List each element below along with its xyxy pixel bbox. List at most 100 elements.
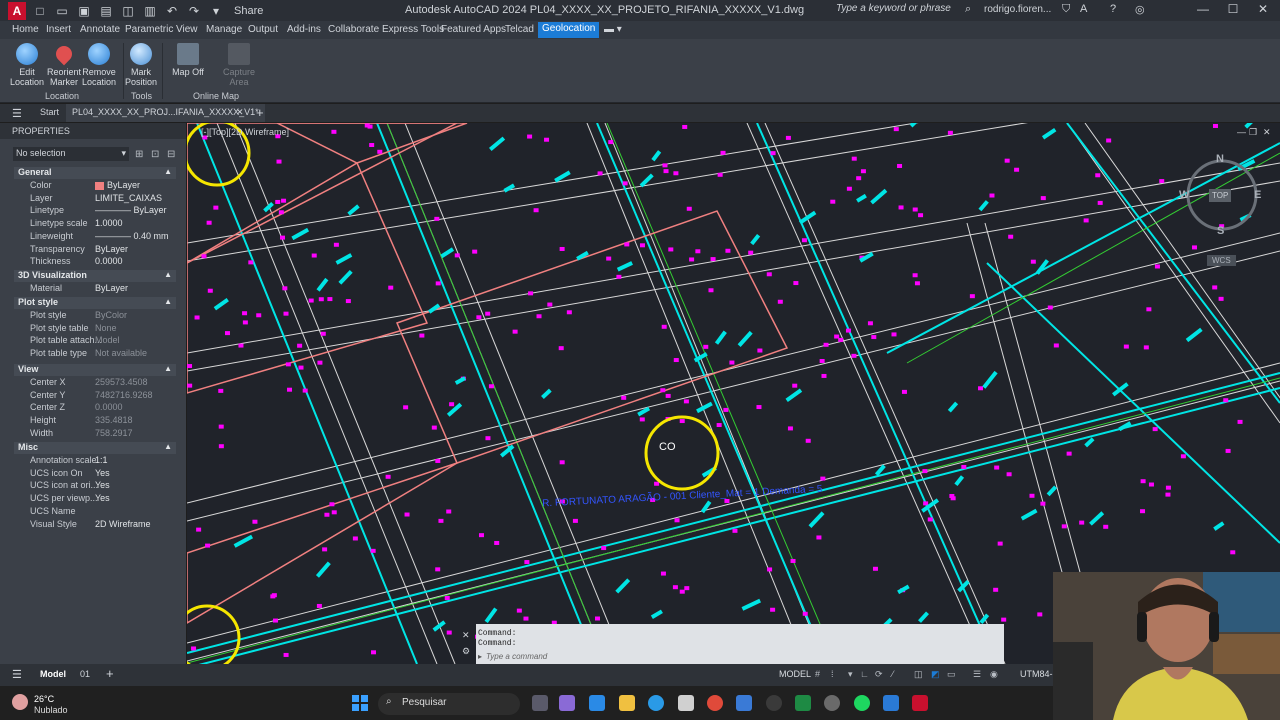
property-row-general[interactable]: Color ByLayer [14,180,176,192]
property-row-general[interactable]: Linetype scale 1.0000 [14,218,176,230]
help-icon[interactable]: ? [1110,3,1116,15]
toggle-pickadd-icon[interactable]: ⊞ [135,149,143,160]
close-tab-icon[interactable]: ✕ [236,107,244,118]
property-row-view[interactable]: Width 758.2917 [14,428,176,440]
property-value[interactable]: 1:1 [95,455,108,465]
property-value[interactable]: 0.0000 [95,402,123,412]
property-value[interactable]: ByColor [95,310,127,320]
help-search-input[interactable]: Type a keyword or phrase [836,3,976,18]
lineweight-icon[interactable]: ▭ [947,669,957,679]
open-web-icon[interactable]: ◫ [120,3,136,19]
tab-addins[interactable]: Add-ins [287,24,321,35]
property-value[interactable]: 259573.4508 [95,377,148,387]
command-input[interactable]: ▸ Type a command [478,652,1002,663]
property-value[interactable]: None [95,323,117,333]
property-value[interactable]: 0.0000 [95,256,123,266]
mark-position-button[interactable]: Mark Position [119,43,163,87]
undo-icon[interactable]: ↶ [164,3,180,19]
property-row-view[interactable]: Center Y 7482716.9268 [14,390,176,402]
spotify-icon[interactable] [854,695,870,711]
osnap-tracking-icon[interactable]: ◩ [931,669,941,679]
edge-icon[interactable] [648,695,664,711]
snipping-tool-icon[interactable] [559,695,575,711]
select-objects-icon[interactable]: ⊡ [151,149,159,160]
property-value[interactable]: ByLayer [95,180,140,190]
property-row-general[interactable]: Thickness 0.0000 [14,256,176,268]
section-view[interactable]: View ▲ [14,364,176,376]
viewcube-south[interactable]: S [1217,225,1224,237]
start-menu-icon[interactable] [352,695,368,711]
weather-icon[interactable] [12,694,28,710]
excel-icon[interactable] [795,695,811,711]
tab-collaborate[interactable]: Collaborate [328,24,379,35]
taskbar-search[interactable]: ⌕ Pesquisar [378,693,520,715]
layout-tab-01[interactable]: 01 [80,669,90,679]
property-row-visualization[interactable]: Material ByLayer [14,283,176,295]
minimize-button[interactable]: — [1188,2,1218,19]
viewcube-west[interactable]: W [1179,189,1189,201]
property-value[interactable]: ByLayer [95,283,128,293]
section-general[interactable]: General ▲ [14,167,176,179]
hamburger-menu-icon[interactable]: ☰ [12,107,22,120]
drawing-file-tab[interactable]: PL04_XXXX_XX_PROJ...IFANIA_XXXXX_V1* [66,104,265,122]
tab-express-tools[interactable]: Express Tools [382,24,444,35]
snap-dropdown-icon[interactable]: ▾ [848,669,858,679]
property-row-plot[interactable]: Plot style table None [14,323,176,335]
customization-icon[interactable]: ☰ [973,669,983,679]
property-row-misc[interactable]: UCS per viewp... Yes [14,493,176,505]
mail-icon[interactable] [736,695,752,711]
share-button[interactable]: Share [234,5,263,17]
copilot-icon[interactable] [589,695,605,711]
file-explorer-icon[interactable] [619,695,635,711]
property-row-plot[interactable]: Plot style ByColor [14,310,176,322]
property-row-general[interactable]: Layer LIMITE_CAIXAS [14,193,176,205]
snap-icon[interactable]: ⁞ [831,669,841,679]
tab-geolocation[interactable]: Geolocation [538,22,600,38]
property-row-view[interactable]: Height 335.4818 [14,415,176,427]
autocad-logo-icon[interactable]: A [8,1,26,20]
viewport-minimize-icon[interactable]: — [1237,127,1246,137]
task-view-icon[interactable] [532,695,548,711]
property-row-misc[interactable]: Visual Style 2D Wireframe [14,519,176,531]
cart-icon[interactable]: ⛉ [1062,3,1070,16]
new-tab-icon[interactable]: + [256,105,264,120]
viewcube-top-face[interactable]: TOP [1209,189,1232,202]
chrome-icon[interactable] [707,695,723,711]
save-icon[interactable]: ▣ [76,3,92,19]
property-value[interactable]: Model [95,335,120,345]
new-file-icon[interactable]: □ [32,3,48,19]
ribbon-options-icon[interactable]: ▬ ▾ [604,24,622,35]
add-layout-icon[interactable]: + [106,666,114,681]
property-row-misc[interactable]: UCS icon On Yes [14,468,176,480]
close-button[interactable]: ✕ [1248,2,1278,19]
property-value[interactable]: ———— 0.40 mm [95,231,169,241]
property-row-general[interactable]: Linetype ———— ByLayer [14,205,176,217]
weather-description[interactable]: Nublado [34,705,68,715]
property-value[interactable]: Not available [95,348,147,358]
command-settings-icon[interactable]: ⚙ [462,646,470,657]
ortho-icon[interactable]: ∟ [860,669,870,679]
section-3d-visualization[interactable]: 3D Visualization ▲ [14,270,176,282]
quick-select-icon[interactable]: ⊟ [167,149,175,160]
wcs-menu[interactable]: WCS [1207,255,1236,266]
property-value[interactable]: ———— ByLayer [95,205,167,215]
print-icon[interactable]: ▥ [142,3,158,19]
property-row-misc[interactable]: UCS Name [14,506,176,518]
start-tab[interactable]: Start [40,107,59,117]
tab-telcad[interactable]: Telcad [505,24,534,35]
open-file-icon[interactable]: ▭ [54,3,70,19]
qat-dropdown-icon[interactable]: ▾ [208,3,224,19]
tab-insert[interactable]: Insert [46,24,71,35]
command-close-icon[interactable]: ✕ [462,630,470,641]
property-value[interactable]: 2D Wireframe [95,519,151,529]
property-value[interactable]: 758.2917 [95,428,133,438]
selection-dropdown[interactable]: No selection ▾ [13,147,129,161]
search-icon[interactable]: ⌕ [965,3,971,16]
viewport-controls-label[interactable]: [-][Top][2D Wireframe] [201,127,289,137]
viewcube-north[interactable]: N [1216,153,1224,165]
tab-manage[interactable]: Manage [206,24,242,35]
model-layout-tab[interactable]: Model [40,669,66,679]
save-as-icon[interactable]: ▤ [98,3,114,19]
vscode-icon[interactable] [883,695,899,711]
property-row-view[interactable]: Center Z 0.0000 [14,402,176,414]
